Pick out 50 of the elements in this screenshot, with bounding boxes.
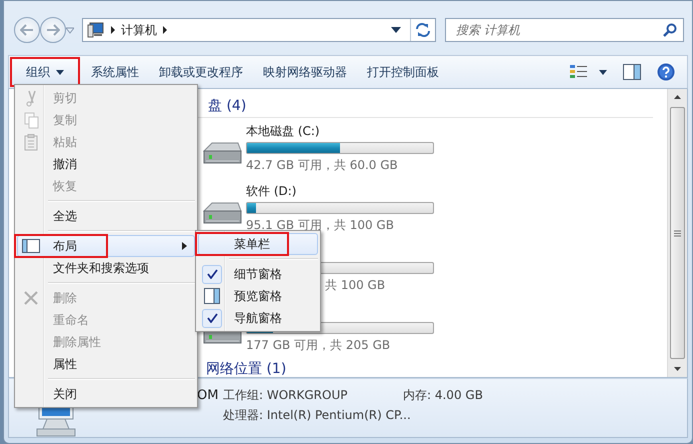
menu-item[interactable]: 文件夹和搜索选项 xyxy=(17,257,195,279)
preview-pane-icon xyxy=(204,288,220,304)
refresh-icon[interactable] xyxy=(415,23,431,37)
scroll-up-icon[interactable] xyxy=(674,95,681,99)
menu-item[interactable]: 细节窗格 xyxy=(198,263,318,285)
organize-dropdown[interactable]: 组织 xyxy=(11,58,79,86)
menu-item[interactable]: 关闭 xyxy=(17,383,195,405)
menu-item[interactable]: 布局 xyxy=(17,235,195,257)
processor-label: 处理器: Intel(R) Pentium(R) CP... xyxy=(223,406,411,424)
breadcrumb-arrow-icon[interactable] xyxy=(110,25,116,35)
scrollbar[interactable] xyxy=(667,89,687,377)
workgroup-label: 工作组: WORKGROUP xyxy=(223,386,348,404)
documents-icon xyxy=(24,112,38,128)
drive-name[interactable]: 本地磁盘 (C:) xyxy=(246,123,436,140)
drive-space-info: 95.1 GB 可用，共 100 GB xyxy=(246,218,394,232)
address-dropdown-icon[interactable] xyxy=(391,27,401,33)
scroll-thumb[interactable] xyxy=(670,107,685,359)
menu-item[interactable]: 撤消 xyxy=(17,153,195,175)
menu-item[interactable]: 预览窗格 xyxy=(198,285,318,307)
drive-name[interactable]: 软件 (D:) xyxy=(246,183,436,200)
menu-item[interactable]: 菜单栏 xyxy=(198,233,318,255)
computer-name: OM xyxy=(197,388,218,402)
menu-item[interactable]: 属性 xyxy=(17,353,195,375)
scroll-down-icon[interactable] xyxy=(674,367,681,371)
help-icon[interactable] xyxy=(657,63,675,81)
breadcrumb[interactable]: 计算机 xyxy=(121,22,157,38)
drive-space-info: 42.7 GB 可用，共 60.0 GB xyxy=(246,158,398,172)
search-icon[interactable] xyxy=(663,23,677,37)
caret-icon[interactable] xyxy=(599,70,607,74)
breadcrumb-arrow-icon[interactable] xyxy=(162,25,168,35)
drive-space-info: 177 GB 可用，共 205 GB xyxy=(246,338,390,352)
drive-space-info: 共 100 GB xyxy=(325,277,386,294)
group-heading[interactable]: 盘 (4) xyxy=(198,97,653,118)
view-options-icon[interactable] xyxy=(569,64,589,80)
scissors-icon xyxy=(25,90,37,106)
clipboard-icon xyxy=(24,134,38,150)
toolbar-button[interactable]: 映射网络驱动器 xyxy=(255,58,355,86)
menu-item[interactable]: 全选 xyxy=(17,205,195,227)
preview-pane-icon[interactable] xyxy=(623,64,641,80)
memory-label: 内存: 4.00 GB xyxy=(403,386,483,404)
computer-icon xyxy=(87,22,105,38)
caret-icon[interactable] xyxy=(56,70,64,74)
search-field[interactable]: 搜索 计算机 xyxy=(445,18,684,42)
toolbar-button[interactable]: 卸载或更改程序 xyxy=(151,58,251,86)
address-bar[interactable]: 计算机 xyxy=(82,18,436,42)
delete-icon xyxy=(23,290,39,306)
layout-pane-icon xyxy=(22,239,40,253)
toolbar-button[interactable]: 系统属性 xyxy=(83,58,147,86)
toolbar-button[interactable]: 打开控制面板 xyxy=(359,58,447,86)
submenu-arrow-icon xyxy=(182,242,188,250)
